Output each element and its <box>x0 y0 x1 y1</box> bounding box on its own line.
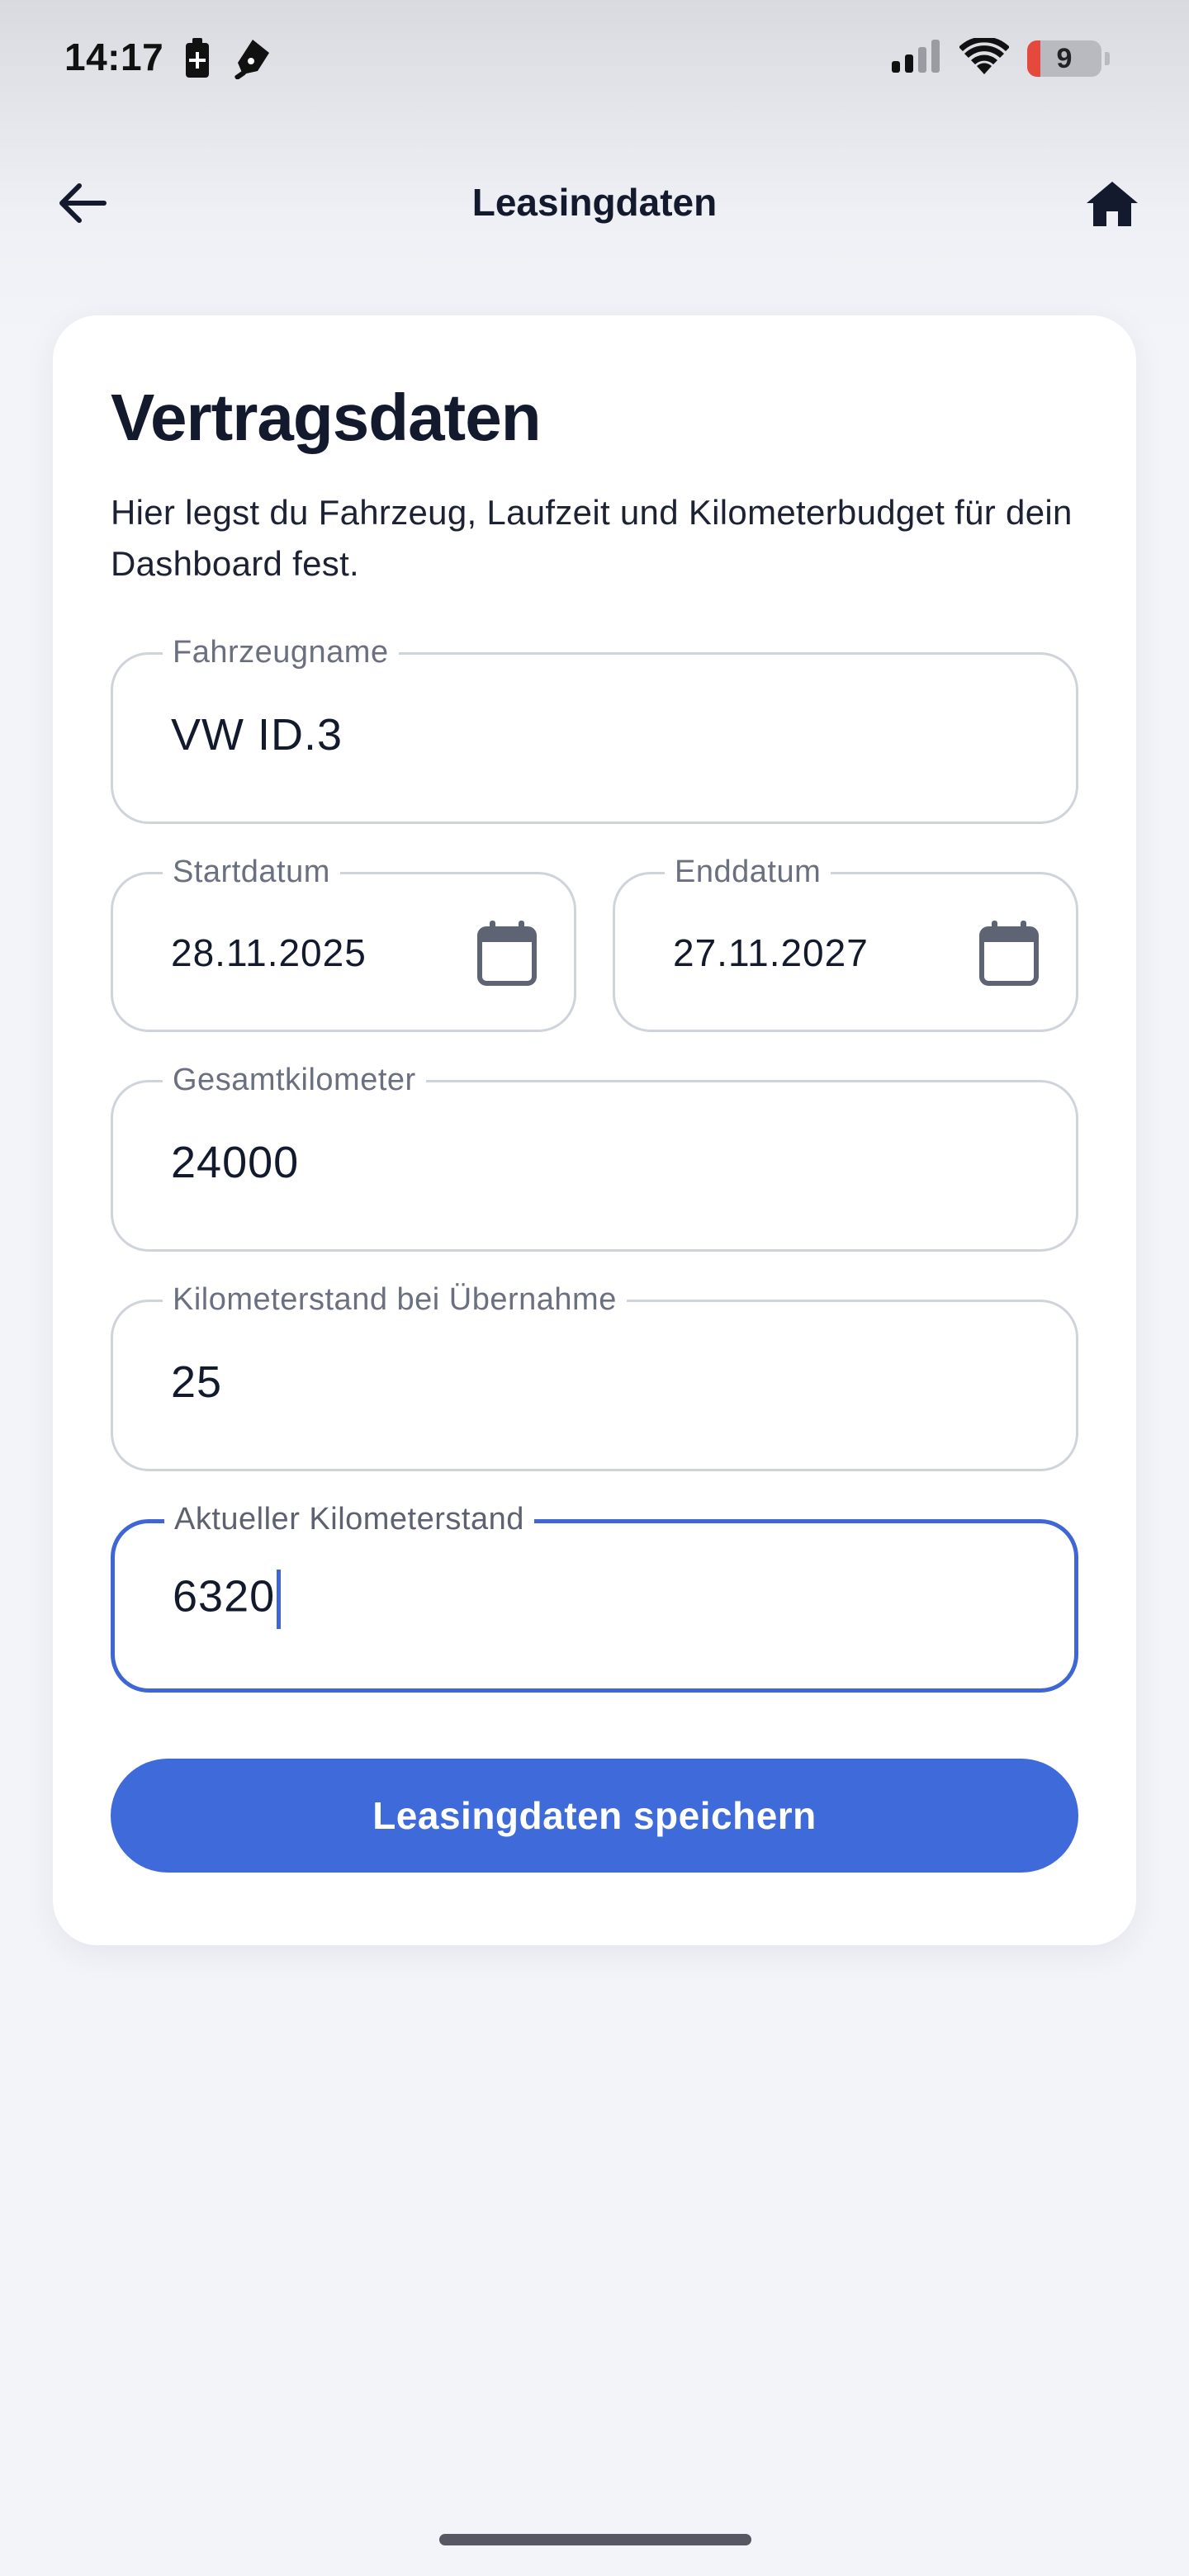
start-date-label: Startdatum <box>163 851 340 893</box>
vehicle-name-field[interactable]: Fahrzeugname VW ID.3 <box>111 632 1078 824</box>
text-cursor <box>277 1570 282 1629</box>
vehicle-name-value: VW ID.3 <box>171 710 343 760</box>
current-km-value-wrap: 6320 <box>173 1570 282 1629</box>
km-at-handover-value: 25 <box>171 1357 223 1407</box>
current-km-value: 6320 <box>173 1571 276 1622</box>
current-km-field[interactable]: Aktueller Kilometerstand 6320 <box>111 1499 1078 1693</box>
app-bar: Leasingdaten <box>0 157 1189 248</box>
contract-card: Vertragsdaten Hier legst du Fahrzeug, La… <box>53 315 1136 1945</box>
battery-level-text: 9 <box>1056 42 1073 74</box>
card-title: Vertragsdaten <box>111 381 542 454</box>
status-time: 14:17 <box>64 36 164 78</box>
current-km-label: Aktueller Kilometerstand <box>164 1499 534 1540</box>
card-description: Hier legst du Fahrzeug, Laufzeit und Kil… <box>111 493 1073 583</box>
battery-cap <box>1105 51 1110 65</box>
start-date-field[interactable]: Startdatum 28.11.2025 <box>111 851 576 1032</box>
home-icon <box>1085 180 1139 232</box>
page-title: Leasingdaten <box>471 181 718 224</box>
end-date-value: 27.11.2027 <box>673 931 869 974</box>
save-button[interactable]: Leasingdaten speichern <box>111 1759 1078 1873</box>
vehicle-name-label: Fahrzeugname <box>163 632 399 673</box>
km-at-handover-label: Kilometerstand bei Übernahme <box>163 1279 627 1320</box>
end-date-label: Enddatum <box>665 851 831 893</box>
status-bar: 14:17 9 <box>0 0 1189 116</box>
calendar-icon[interactable] <box>978 921 1040 987</box>
calendar-icon[interactable] <box>476 921 538 987</box>
start-date-value: 28.11.2025 <box>171 931 367 974</box>
signal-icon <box>892 40 941 77</box>
km-at-handover-field[interactable]: Kilometerstand bei Übernahme 25 <box>111 1279 1078 1471</box>
total-km-value: 24000 <box>171 1138 300 1187</box>
wifi-icon <box>959 36 1010 78</box>
home-button[interactable] <box>1075 168 1149 243</box>
home-indicator[interactable] <box>439 2534 751 2545</box>
end-date-field[interactable]: Enddatum 27.11.2027 <box>613 851 1078 1032</box>
pen-icon <box>233 38 272 83</box>
battery-icon: 9 <box>1027 40 1101 77</box>
total-km-label: Gesamtkilometer <box>163 1059 426 1101</box>
total-km-field[interactable]: Gesamtkilometer 24000 <box>111 1059 1078 1252</box>
battery-saver-icon <box>183 38 211 83</box>
